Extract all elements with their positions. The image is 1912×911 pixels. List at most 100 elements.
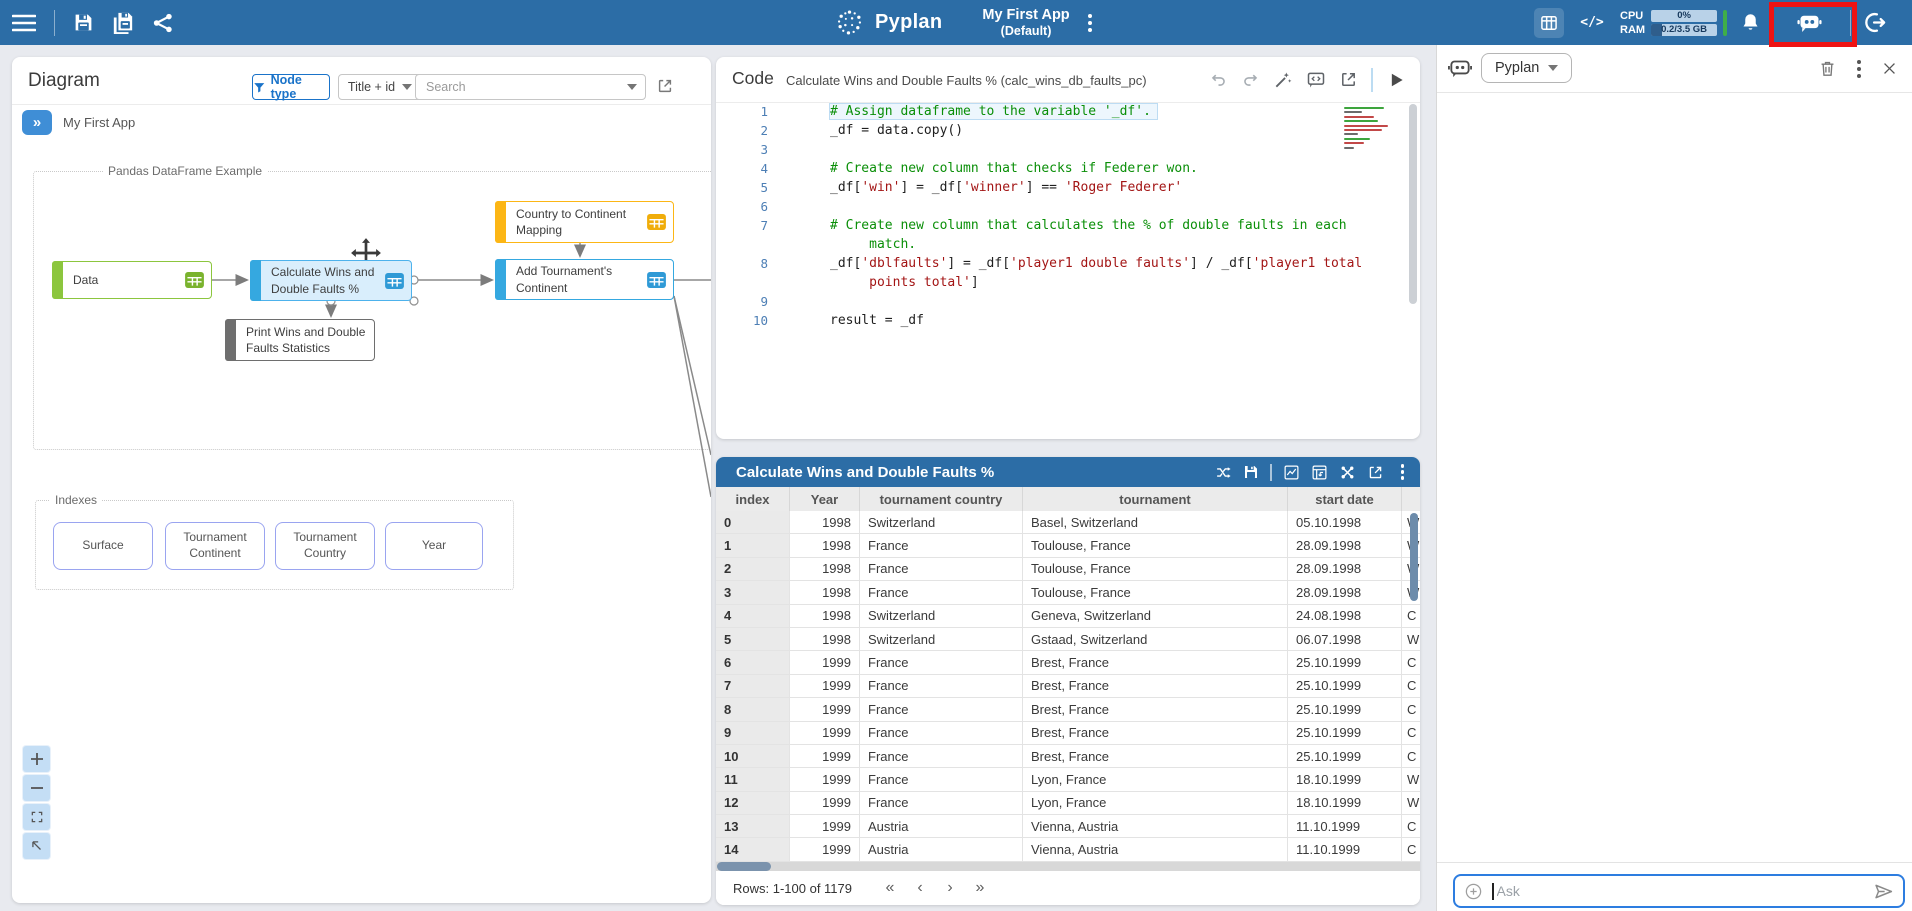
- node-type-filter-button[interactable]: Node type: [252, 74, 330, 100]
- agent-selector-dropdown[interactable]: Pyplan: [1481, 53, 1572, 83]
- code-line[interactable]: 6: [716, 197, 1420, 216]
- collapse-panel-button[interactable]: »: [22, 110, 52, 135]
- index-node-surface[interactable]: Surface: [53, 522, 153, 570]
- table-cell: Switzerland: [860, 628, 1023, 650]
- navbar-divider: [54, 10, 55, 36]
- code-line[interactable]: 3: [716, 140, 1420, 159]
- column-header[interactable]: tournament country: [860, 487, 1023, 511]
- index-node-tournament-country[interactable]: Tournament Country: [275, 522, 375, 570]
- table-row[interactable]: 61999FranceBrest, France25.10.1999C: [716, 651, 1420, 674]
- run-code-button[interactable]: [1386, 70, 1406, 90]
- table-row[interactable]: 11998FranceToulouse, France28.09.1998W: [716, 534, 1420, 557]
- table-row[interactable]: 111999FranceLyon, France18.10.1999W: [716, 768, 1420, 791]
- table-vertical-scrollbar[interactable]: [1410, 513, 1418, 601]
- diagram-node-data[interactable]: Data: [52, 261, 212, 299]
- assistant-menu-kebab-icon[interactable]: [1851, 56, 1867, 82]
- code-line[interactable]: 10result = _df: [716, 311, 1420, 330]
- logout-icon[interactable]: [1864, 11, 1887, 34]
- code-minimap[interactable]: [1344, 107, 1402, 151]
- first-page-button[interactable]: «: [878, 876, 902, 900]
- fit-view-button[interactable]: [23, 804, 50, 830]
- zoom-in-button[interactable]: [23, 746, 50, 772]
- next-page-button[interactable]: ›: [938, 876, 962, 900]
- table-row[interactable]: 91999FranceBrest, France25.10.1999C: [716, 722, 1420, 745]
- save-view-icon[interactable]: [1243, 464, 1259, 480]
- chart-view-icon[interactable]: [1283, 464, 1300, 481]
- interface-view-icon[interactable]: [1534, 8, 1564, 38]
- table-row[interactable]: 21998FranceToulouse, France28.09.1998W: [716, 558, 1420, 581]
- column-header[interactable]: [1402, 487, 1420, 511]
- format-magic-wand-icon[interactable]: [1273, 70, 1293, 90]
- code-line[interactable]: points total']: [716, 273, 1420, 292]
- code-line[interactable]: 5_df['win'] = _df['winner'] == 'Roger Fe…: [716, 178, 1420, 197]
- diagram-node-add-continent[interactable]: Add Tournament's Continent: [495, 259, 674, 300]
- search-dropdown-icon[interactable]: [627, 84, 637, 90]
- code-line[interactable]: 2_df = data.copy(): [716, 121, 1420, 140]
- diagram-open-external-icon[interactable]: [656, 77, 674, 95]
- save-icon[interactable]: [73, 12, 94, 33]
- code-comment-icon[interactable]: [1306, 70, 1326, 90]
- column-header[interactable]: Year: [790, 487, 860, 511]
- node-label: Print Wins and Double Faults Statistics: [246, 324, 366, 356]
- code-line[interactable]: 8_df['dblfaults'] = _df['player1 double …: [716, 254, 1420, 273]
- code-line[interactable]: 4# Create new column that checks if Fede…: [716, 159, 1420, 178]
- diagram-search-input[interactable]: [416, 80, 627, 94]
- code-line[interactable]: match.: [716, 235, 1420, 254]
- table-menu-kebab-icon[interactable]: [1395, 460, 1411, 484]
- code-line[interactable]: 7# Create new column that calculates the…: [716, 216, 1420, 235]
- table-row[interactable]: 121999FranceLyon, France18.10.1999W: [716, 792, 1420, 815]
- share-workflow-icon[interactable]: [152, 12, 174, 34]
- scrollbar-thumb[interactable]: [717, 862, 771, 871]
- pan-origin-button[interactable]: [23, 833, 50, 859]
- shuffle-dimensions-icon[interactable]: [1215, 464, 1232, 481]
- table-cell: 1999: [790, 675, 860, 697]
- clear-chat-trash-icon[interactable]: [1818, 59, 1837, 78]
- code-line[interactable]: 9: [716, 292, 1420, 311]
- close-panel-icon[interactable]: [1881, 60, 1898, 77]
- table-row[interactable]: 101999FranceBrest, France25.10.1999C: [716, 745, 1420, 768]
- breadcrumb-label[interactable]: My First App: [63, 115, 135, 130]
- code-scrollbar[interactable]: [1409, 104, 1417, 304]
- redo-icon[interactable]: [1241, 70, 1260, 89]
- send-message-icon[interactable]: [1873, 881, 1894, 902]
- index-node-tournament-continent[interactable]: Tournament Continent: [165, 522, 265, 570]
- diagram-canvas[interactable]: Pandas DataFrame Example: [12, 142, 711, 903]
- hamburger-menu-icon[interactable]: [12, 14, 36, 32]
- save-all-icon[interactable]: [112, 12, 134, 34]
- tools-settings-icon[interactable]: [1339, 464, 1356, 481]
- column-header[interactable]: tournament: [1023, 487, 1288, 511]
- column-header[interactable]: index: [716, 487, 790, 511]
- diagram-panel: Diagram Node type Title + id » My First …: [12, 57, 711, 903]
- app-menu-kebab-icon[interactable]: [1082, 10, 1098, 36]
- table-row[interactable]: 41998SwitzerlandGeneva, Switzerland24.08…: [716, 605, 1420, 628]
- diagram-node-calc-wins[interactable]: Calculate Wins and Double Faults %: [250, 260, 412, 301]
- last-page-button[interactable]: »: [968, 876, 992, 900]
- assistant-bot-icon[interactable]: [1796, 9, 1823, 36]
- prev-page-button[interactable]: ‹: [908, 876, 932, 900]
- table-row[interactable]: 51998SwitzerlandGstaad, Switzerland06.07…: [716, 628, 1420, 651]
- table-row[interactable]: 71999FranceBrest, France25.10.1999C: [716, 675, 1420, 698]
- ask-input[interactable]: [1494, 882, 1874, 900]
- undo-icon[interactable]: [1209, 70, 1228, 89]
- attach-plus-icon[interactable]: [1464, 882, 1483, 901]
- pivot-table-icon[interactable]: [1311, 464, 1328, 481]
- zoom-out-button[interactable]: [23, 775, 50, 801]
- diagram-node-country-mapping[interactable]: Country to Continent Mapping: [495, 201, 674, 243]
- table-horizontal-scrollbar[interactable]: [716, 862, 1420, 871]
- code-open-external-icon[interactable]: [1339, 70, 1358, 89]
- table-row[interactable]: 01998SwitzerlandBasel, Switzerland05.10.…: [716, 511, 1420, 534]
- table-row[interactable]: 81999FranceBrest, France25.10.1999C: [716, 698, 1420, 721]
- code-editor[interactable]: 1# Assign dataframe to the variable '_df…: [716, 102, 1420, 439]
- code-line[interactable]: 1# Assign dataframe to the variable '_df…: [716, 102, 1420, 121]
- notifications-bell-icon[interactable]: [1740, 12, 1761, 33]
- table-row[interactable]: 31998FranceToulouse, France28.09.1998W: [716, 581, 1420, 604]
- table-row[interactable]: 131999AustriaVienna, Austria11.10.1999C: [716, 815, 1420, 838]
- table-cell: C: [1402, 815, 1420, 837]
- index-node-year[interactable]: Year: [385, 522, 483, 570]
- column-header[interactable]: start date: [1288, 487, 1402, 511]
- code-view-icon[interactable]: </>: [1577, 8, 1607, 38]
- diagram-node-print-stats[interactable]: Print Wins and Double Faults Statistics: [225, 319, 375, 361]
- table-open-external-icon[interactable]: [1367, 464, 1384, 481]
- table-row[interactable]: 141999AustriaVienna, Austria11.10.1999C: [716, 838, 1420, 861]
- display-mode-dropdown[interactable]: Title + id: [338, 74, 422, 100]
